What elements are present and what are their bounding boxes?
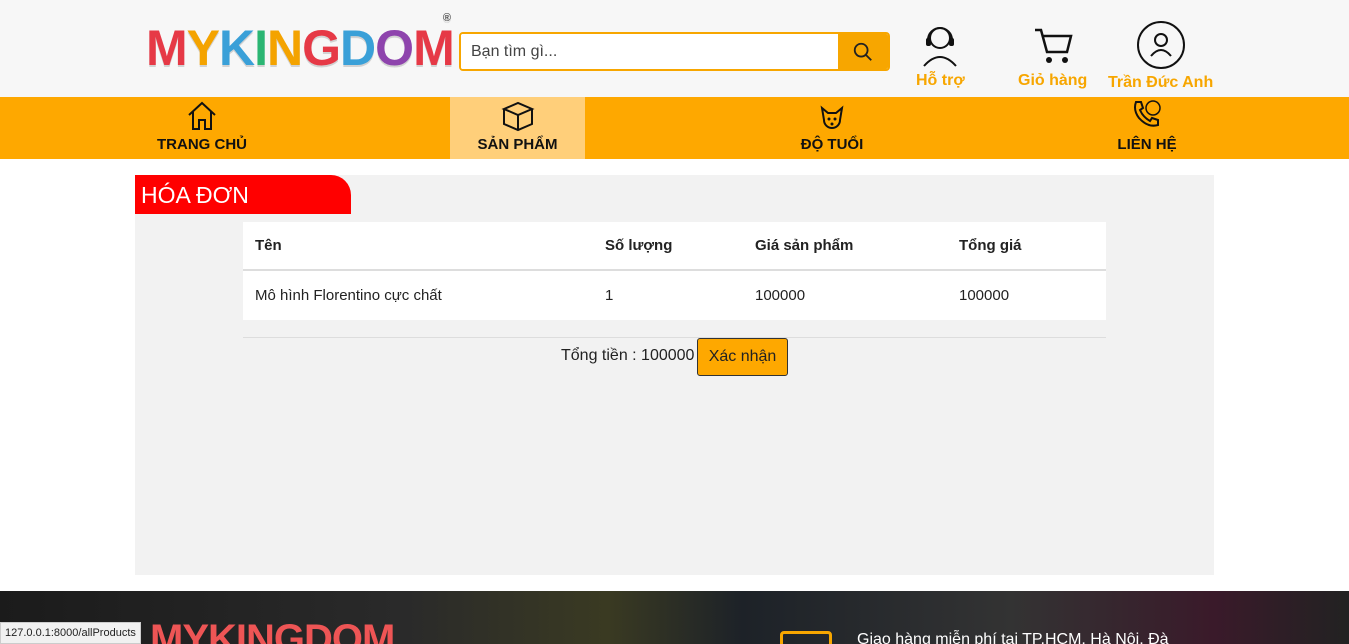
invoice-panel: HÓA ĐƠN Tên Số lượng Giá sản phẩm Tổng g… xyxy=(135,175,1214,575)
nav-age-label: ĐỘ TUỔI xyxy=(800,136,864,153)
cell-total: 100000 xyxy=(959,287,1010,304)
footer-shipping-text: Giao hàng miễn phí tại TP.HCM, Hà Nội, Đ… xyxy=(857,631,1169,644)
user-account-link[interactable]: Trần Đức Anh xyxy=(1108,20,1213,92)
search-bar xyxy=(459,32,890,71)
site-footer: MYKINGDOM Giao hàng miễn phí tại TP.HCM,… xyxy=(0,591,1349,644)
cart-link[interactable]: Giỏ hàng xyxy=(1018,20,1087,90)
registered-mark: ® xyxy=(442,12,451,24)
logo-letter: K xyxy=(219,20,255,76)
search-button[interactable] xyxy=(838,34,888,69)
logo-letter: D xyxy=(340,20,376,76)
support-label: Hỗ trợ xyxy=(916,72,965,89)
column-header-price: Giá sản phẩm xyxy=(755,237,854,254)
nav-home[interactable]: TRANG CHỦ xyxy=(118,97,286,159)
search-icon xyxy=(853,42,872,61)
logo-letter: Y xyxy=(186,20,220,76)
site-header: MYKINGDOM® Hỗ trợ Giỏ hàng Trần Đứ xyxy=(0,0,1349,97)
search-input[interactable] xyxy=(461,34,838,69)
user-name: Trần Đức Anh xyxy=(1108,74,1214,91)
box-icon xyxy=(500,101,535,132)
headset-support-icon xyxy=(923,27,958,67)
nav-contact[interactable]: LIÊN HỆ xyxy=(1085,97,1209,159)
logo-letter: M xyxy=(413,20,455,76)
status-bar-url: 127.0.0.1:8000/allProducts xyxy=(0,622,141,644)
logo-letter: I xyxy=(254,20,268,76)
column-header-name: Tên xyxy=(255,237,282,254)
logo-letter: M xyxy=(146,20,188,76)
nav-home-label: TRANG CHỦ xyxy=(157,136,247,153)
table-row: Mô hình Florentino cực chất 1 100000 100… xyxy=(243,271,1106,320)
table-header-row: Tên Số lượng Giá sản phẩm Tổng giá xyxy=(243,222,1106,271)
support-link[interactable]: Hỗ trợ xyxy=(916,20,965,90)
main-nav: TRANG CHỦ SẢN PHẨM ĐỘ TUỔI LIÊN HỆ xyxy=(0,97,1349,159)
column-header-total: Tổng giá xyxy=(959,237,1022,254)
brand-logo[interactable]: M Y K I N G D O M ® xyxy=(146,12,455,80)
logo-letter: O xyxy=(375,20,414,76)
cell-product-name: Mô hình Florentino cực chất xyxy=(255,287,442,304)
cell-quantity: 1 xyxy=(605,287,614,304)
home-icon xyxy=(188,101,216,130)
nav-contact-label: LIÊN HỆ xyxy=(1117,136,1177,153)
logo-letter: G xyxy=(302,20,341,76)
invoice-table: Tên Số lượng Giá sản phẩm Tổng giá Mô hì… xyxy=(243,222,1106,320)
footer-logo: MYKINGDOM xyxy=(150,617,395,644)
user-icon xyxy=(1136,21,1185,69)
nav-products[interactable]: SẢN PHẨM xyxy=(450,97,585,159)
cart-icon xyxy=(1034,28,1073,63)
column-header-quantity: Số lượng xyxy=(605,237,673,254)
invoice-title: HÓA ĐƠN xyxy=(135,175,351,214)
delivery-truck-icon xyxy=(780,631,832,644)
grand-total: Tổng tiền : 100000 xyxy=(561,347,695,364)
nav-products-label: SẢN PHẨM xyxy=(477,136,558,153)
confirm-button[interactable]: Xác nhận xyxy=(697,338,788,376)
cell-price: 100000 xyxy=(755,287,806,304)
logo-letter: N xyxy=(267,20,303,76)
puppy-face-icon xyxy=(820,105,844,129)
divider xyxy=(243,337,1106,338)
nav-age[interactable]: ĐỘ TUỔI xyxy=(770,97,894,159)
phone-24h-icon xyxy=(1134,100,1161,127)
cart-label: Giỏ hàng xyxy=(1018,72,1088,89)
